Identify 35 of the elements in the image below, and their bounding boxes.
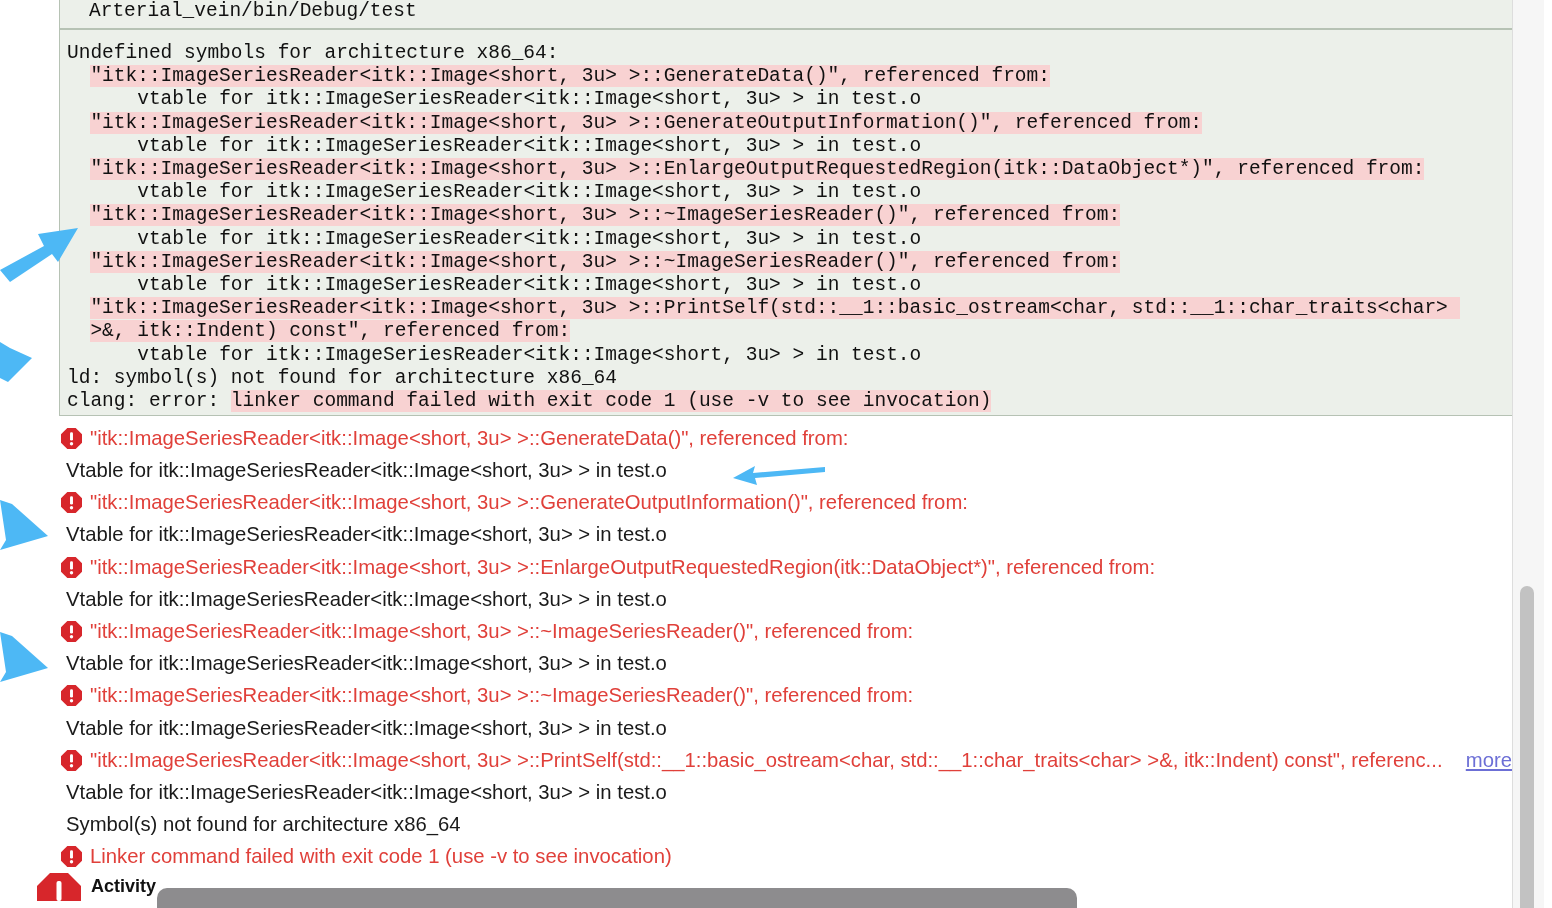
issue-message: Symbol(s) not found for architecture x86_64 xyxy=(66,813,461,837)
error-message: "itk::ImageSeriesReader<itk::Image<short, 3u> >::GenerateOutputInformation()", referenced from: xyxy=(90,491,968,515)
log-line: vtable for itk::ImageSeriesReader<itk::Image<short, 3u> > in test.o xyxy=(136,227,923,251)
log-line: vtable for itk::ImageSeriesReader<itk::Image<short, 3u> > in test.o xyxy=(136,88,923,112)
error-message: "itk::ImageSeriesReader<itk::Image<short, 3u> >::~ImageSeriesReader()", referenced from: xyxy=(90,684,914,708)
log-line: Undefined symbols for architecture x86_64: xyxy=(67,42,560,66)
scrollbar-thumb[interactable] xyxy=(1520,586,1534,908)
error-icon xyxy=(61,556,82,578)
log-path-text: Arterial_vein/bin/Debug/test xyxy=(60,0,1512,30)
log-line: vtable for itk::ImageSeriesReader<itk::Image<short, 3u> > in test.o xyxy=(136,274,923,298)
log-line: clang: error: linker command failed with exit code 1 (use -v to see invocation) xyxy=(67,390,993,414)
error-icon xyxy=(61,846,82,868)
error-icon xyxy=(37,872,81,901)
error-icon xyxy=(61,492,82,514)
issue-message: Vtable for itk::ImageSeriesReader<itk::Image<short, 3u> > in test.o xyxy=(66,716,667,740)
error-message: "itk::ImageSeriesReader<itk::Image<short, 3u> >::EnlargeOutputRequestedRegion(itk::DataObject*)", referenced from: xyxy=(90,555,1156,579)
error-icon xyxy=(61,685,82,707)
error-icon xyxy=(61,620,82,642)
error-message: "itk::ImageSeriesReader<itk::Image<short, 3u> >::GenerateData()", referenced from: xyxy=(90,426,849,450)
issue-message: Vtable for itk::ImageSeriesReader<itk::Image<short, 3u> > in test.o xyxy=(66,587,667,611)
log-line: vtable for itk::ImageSeriesReader<itk::Image<short, 3u> > in test.o xyxy=(136,181,923,205)
issue-message: Vtable for itk::ImageSeriesReader<itk::Image<short, 3u> > in test.o xyxy=(66,459,667,483)
error-icon xyxy=(61,749,82,771)
log-line: ld: symbol(s) not found for architecture x86_64 xyxy=(67,366,618,391)
error-message: "itk::ImageSeriesReader<itk::Image<short, 3u> >::PrintSelf(std::__1::basic_ostream<char, std::__1::char_traits<char> >&, itk::Indent) const", referenc... xyxy=(90,748,1443,772)
activity-log-text: Activity xyxy=(91,874,157,897)
error-icon xyxy=(61,427,82,449)
more-link[interactable]: more xyxy=(1465,748,1512,772)
error-message: "itk::ImageSeriesReader<itk::Image<short, 3u> >::~ImageSeriesReader()", referenced from: xyxy=(90,619,914,643)
issue-message: Vtable for itk::ImageSeriesReader<itk::Image<short, 3u> > in test.o xyxy=(66,780,667,804)
log-line: vtable for itk::ImageSeriesReader<itk::Image<short, 3u> > in test.o xyxy=(136,134,923,158)
log-line: vtable for itk::ImageSeriesReader<itk::Image<short, 3u> > in test.o xyxy=(136,343,923,367)
issue-message: Vtable for itk::ImageSeriesReader<itk::Image<short, 3u> > in test.o xyxy=(66,523,667,547)
error-message: Linker command failed with exit code 1 (use -v to see invocation) xyxy=(90,845,672,869)
issue-message: Vtable for itk::ImageSeriesReader<itk::Image<short, 3u> > in test.o xyxy=(66,652,667,676)
